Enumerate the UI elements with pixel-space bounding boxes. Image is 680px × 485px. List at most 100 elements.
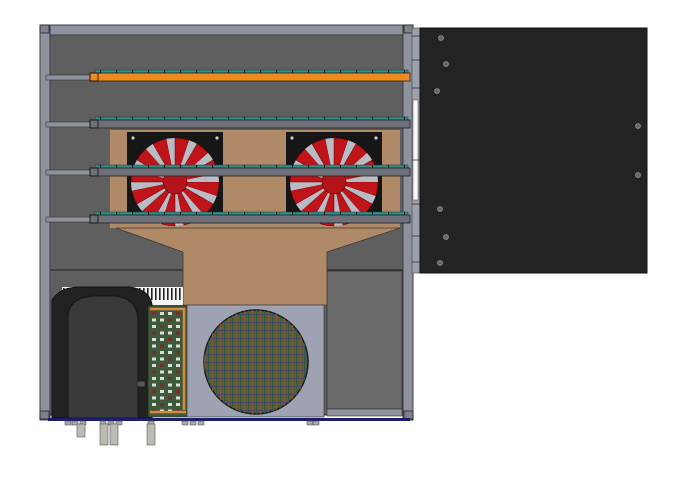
pcb-component	[168, 312, 172, 315]
side-door-panel[interactable]	[419, 27, 648, 274]
shelf-slot	[324, 70, 325, 73]
heatsink-fin	[179, 288, 181, 300]
shelf-lip	[94, 116, 409, 121]
pcb-component	[152, 312, 156, 315]
shelf-bracket	[45, 216, 93, 223]
shelf-slot	[356, 212, 357, 215]
shelf-bracket	[45, 121, 93, 128]
grille-horizontal	[204, 362, 308, 363]
pcb-component	[152, 344, 156, 348]
grille-horizontal	[204, 330, 308, 331]
base-plate	[48, 418, 410, 421]
lower-right-strip	[326, 408, 403, 417]
shelf-2	[45, 116, 411, 129]
heatsink-fin	[171, 288, 173, 300]
grille-horizontal	[204, 378, 308, 379]
grille-horizontal	[204, 394, 308, 395]
heatsink-fin	[155, 288, 157, 300]
pcb-component	[152, 331, 156, 335]
pcb-component	[160, 312, 164, 315]
pipe-fittings	[64, 420, 320, 446]
pcb-component	[152, 364, 156, 367]
pcb-component	[176, 338, 180, 341]
pcb-component	[168, 344, 172, 348]
shelf-slot	[180, 70, 181, 73]
shelf-slot	[260, 165, 261, 168]
shelf-slot	[228, 165, 229, 168]
pcb-component	[176, 403, 180, 406]
heatsink-fin	[151, 288, 153, 300]
pcb-component	[152, 351, 156, 354]
pcb-component	[176, 370, 180, 374]
shelf-slot	[148, 117, 149, 120]
pcb-component	[168, 370, 172, 374]
shelf-slot	[404, 212, 405, 215]
pcb-component	[176, 331, 180, 335]
heatsink-fin	[167, 288, 169, 300]
pcb-component	[160, 390, 164, 393]
shelf-slot	[164, 117, 165, 120]
shelf-slot	[100, 212, 101, 215]
shelf-4	[45, 211, 411, 224]
shelf-slot	[388, 165, 389, 168]
shelf-slot	[180, 117, 181, 120]
pcb-component	[176, 364, 180, 367]
shelf-slot	[132, 117, 133, 120]
control-board	[147, 305, 188, 418]
pcb-component	[160, 325, 164, 328]
shelf-1	[45, 69, 411, 82]
door-bolt	[434, 88, 440, 94]
pcb-component	[152, 338, 156, 341]
shelf-slot	[132, 165, 133, 168]
shelf-slot	[404, 117, 405, 120]
shelf-slot	[244, 117, 245, 120]
pcb-component	[160, 331, 164, 335]
door-bolt	[635, 172, 641, 178]
pcb-component	[160, 403, 164, 406]
shelf-slot	[372, 117, 373, 120]
shelf-slot	[116, 212, 117, 215]
shelf-slot	[324, 212, 325, 215]
pcb-component	[168, 383, 172, 387]
shelf-slot	[244, 212, 245, 215]
door-bolt	[443, 234, 449, 240]
grille-horizontal	[204, 370, 308, 371]
pcb-component	[168, 364, 172, 367]
pcb-component	[168, 377, 172, 380]
fitting-nut	[197, 420, 205, 426]
pcb-component	[152, 357, 156, 361]
fitting-nut	[306, 420, 314, 426]
pcb-component	[168, 390, 172, 393]
pipe-stub	[99, 423, 109, 446]
pcb-component	[152, 370, 156, 374]
shelf-rail	[89, 119, 411, 129]
shelf-rail	[89, 72, 411, 82]
pcb-component	[152, 325, 156, 328]
shelf-slot	[244, 70, 245, 73]
shelf-slot	[356, 117, 357, 120]
shelf-slot	[308, 212, 309, 215]
grille-horizontal	[204, 346, 308, 347]
corner-block-tl	[39, 24, 50, 34]
frame-left-post	[39, 24, 51, 421]
shelf-slot	[196, 165, 197, 168]
pcb-component	[152, 390, 156, 393]
shelf-slot	[404, 70, 405, 73]
pcb-component	[176, 377, 180, 380]
pcb-component	[160, 370, 164, 374]
compressor-terminal	[136, 380, 146, 388]
fan-screw	[215, 136, 219, 140]
shelf-slot	[340, 212, 341, 215]
shelf-slot	[388, 117, 389, 120]
door-bolt	[635, 123, 641, 129]
door-bolt	[437, 260, 443, 266]
shelf-slot	[180, 165, 181, 168]
shelf-slot	[116, 165, 117, 168]
shelf-slot	[292, 212, 293, 215]
fan-screw	[374, 136, 378, 140]
shelf-slot	[228, 117, 229, 120]
door-bolt	[443, 61, 449, 67]
shelf-slot	[372, 70, 373, 73]
lower-right-panel	[326, 270, 403, 410]
shelf-slot	[196, 212, 197, 215]
